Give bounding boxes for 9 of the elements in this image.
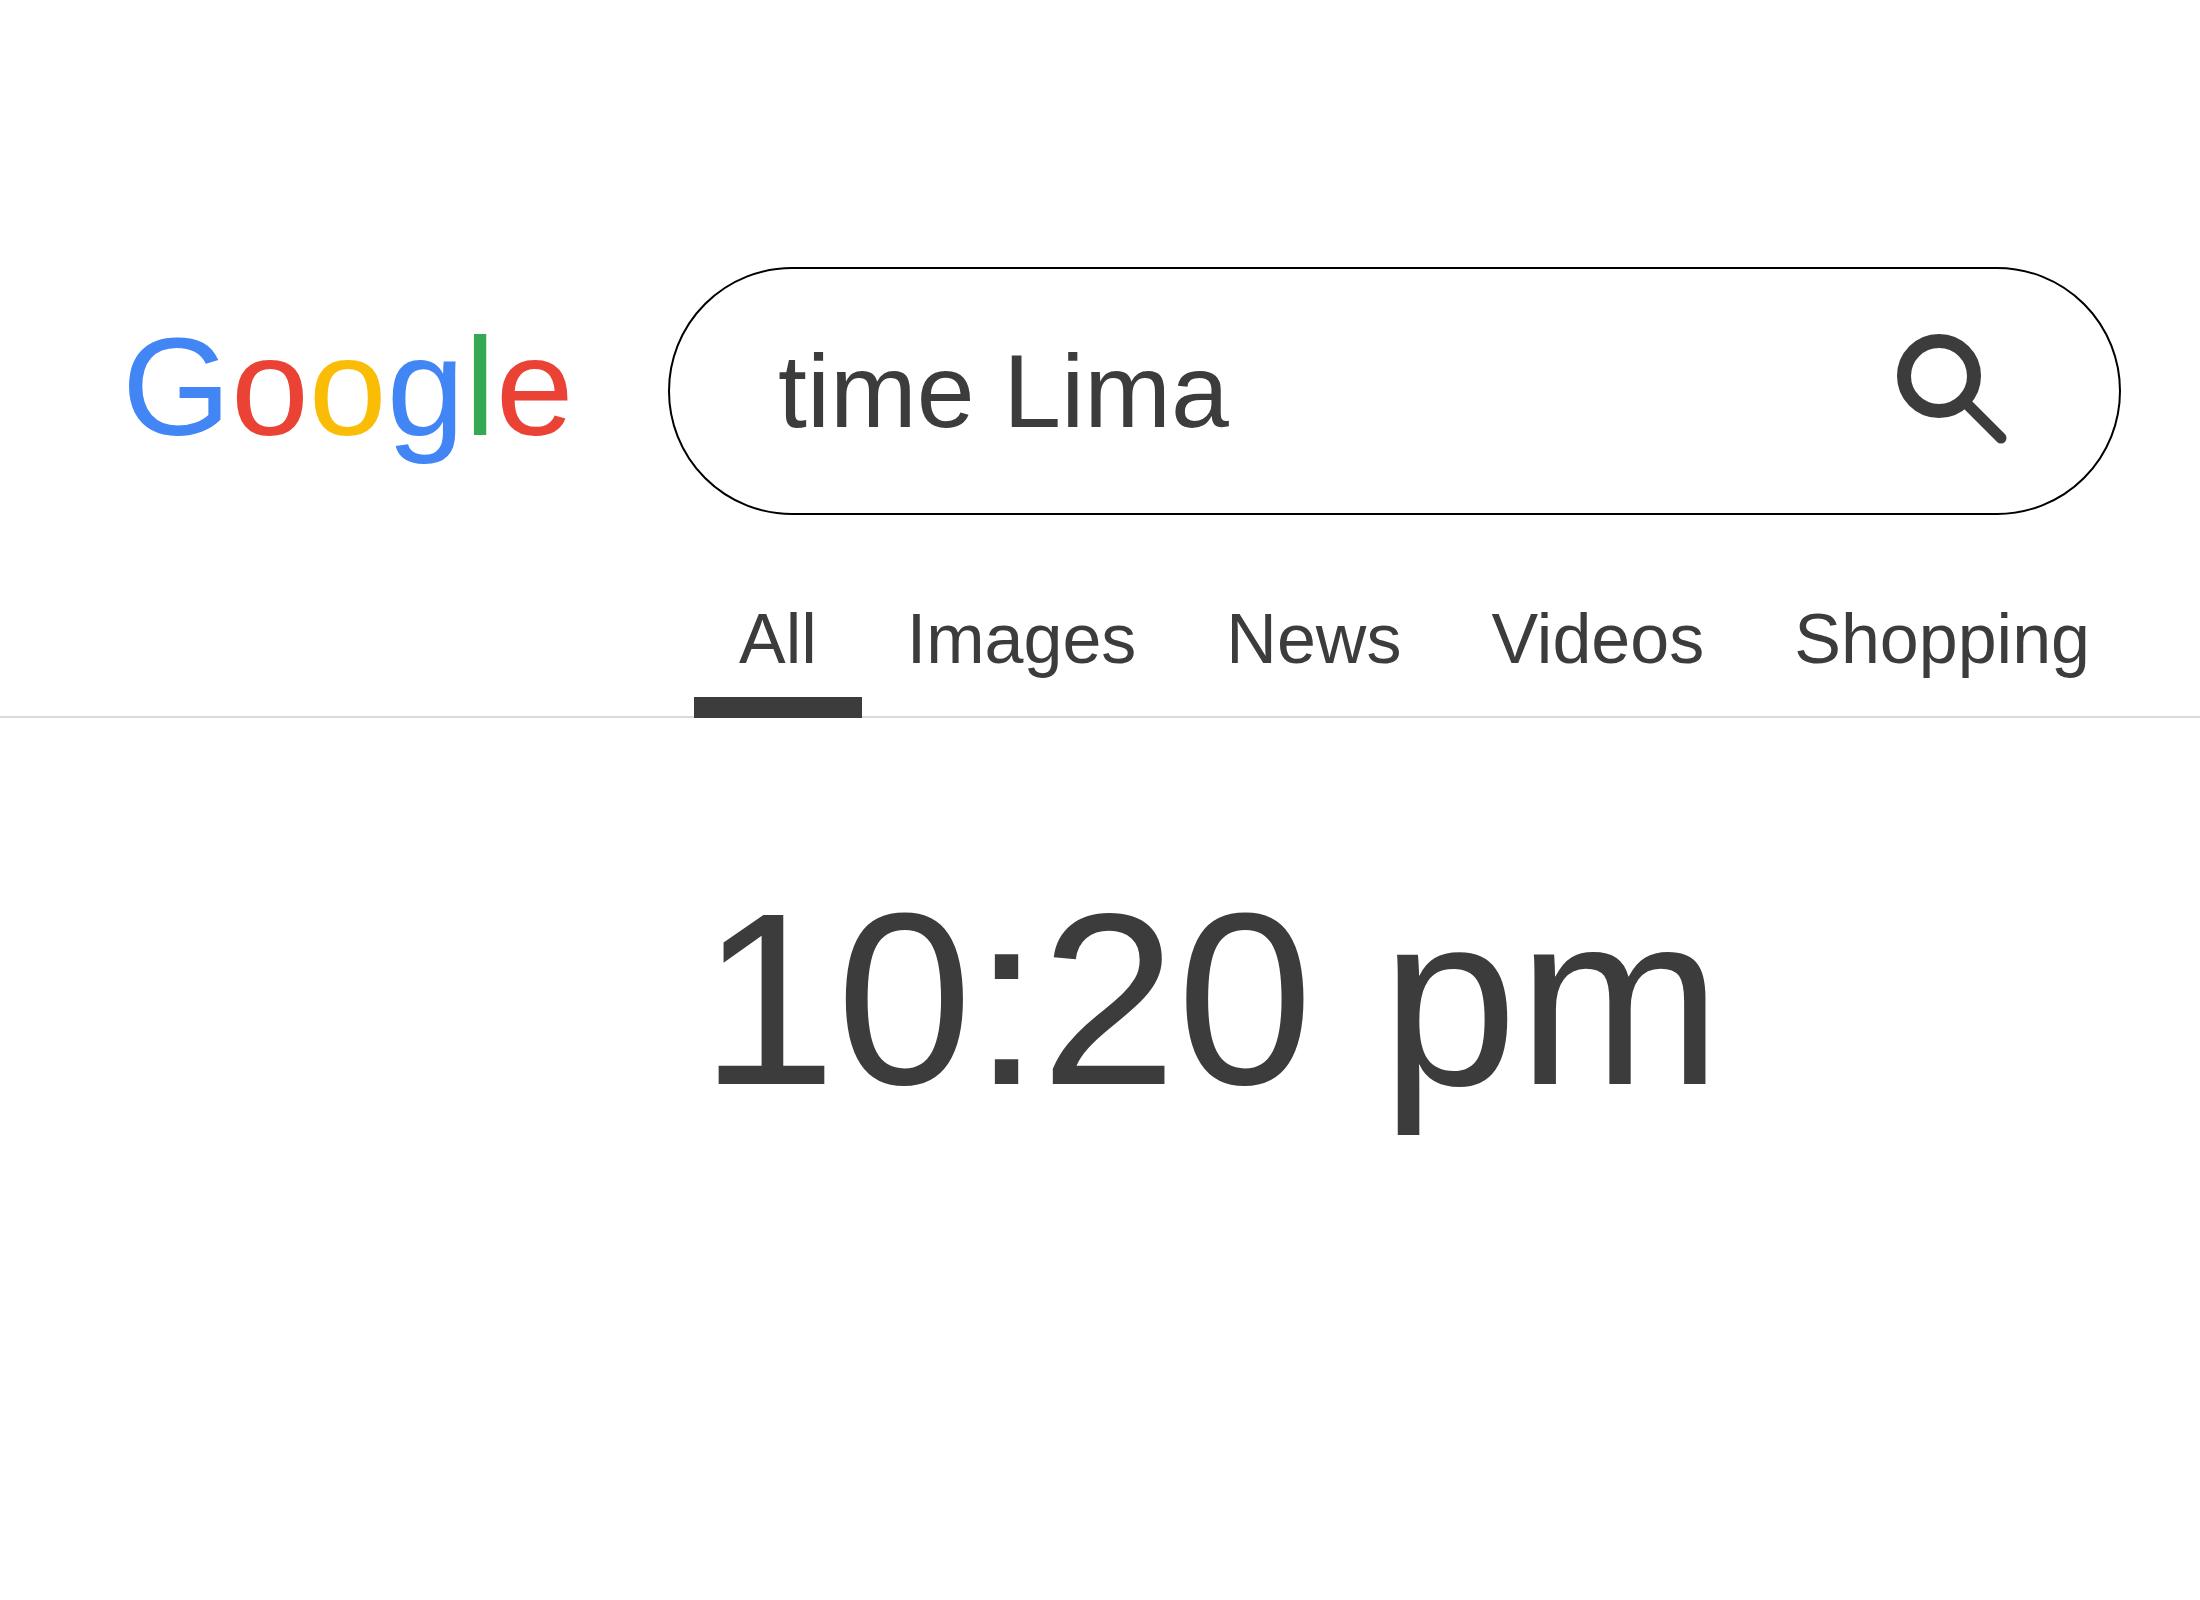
tab[interactable]: News: [1181, 584, 1447, 718]
tab[interactable]: Videos: [1446, 584, 1750, 718]
tab[interactable]: All: [694, 584, 862, 718]
time-display: 10:20 pm: [700, 861, 1722, 1138]
search-field[interactable]: time Lima: [668, 267, 2121, 515]
tab[interactable]: Shopping: [1749, 584, 2135, 718]
tab[interactable]: Images: [861, 584, 1182, 718]
logo: Google: [122, 306, 574, 467]
search-input[interactable]: time Lima: [778, 321, 1897, 461]
